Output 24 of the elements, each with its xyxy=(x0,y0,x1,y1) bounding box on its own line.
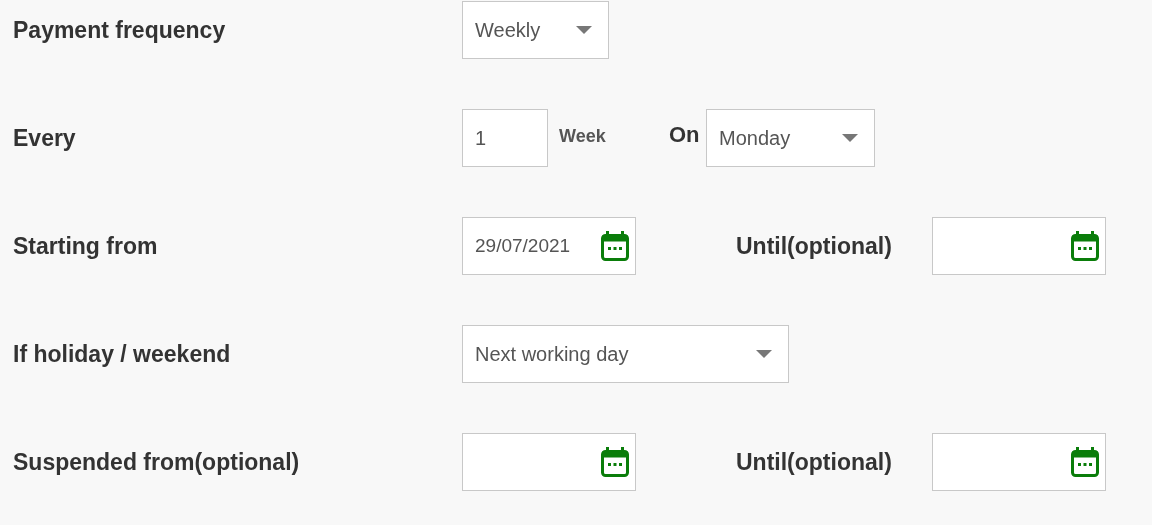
field-label: Starting from xyxy=(13,231,159,261)
date-field[interactable] xyxy=(932,217,1106,275)
dropdown[interactable]: Next working day xyxy=(462,325,789,383)
dropdown[interactable]: Weekly xyxy=(462,1,609,59)
caret-icon xyxy=(756,350,772,358)
field-label: Until(optional) xyxy=(736,231,893,261)
number-field[interactable]: 1 xyxy=(462,109,548,167)
date-field[interactable]: 29/07/2021 xyxy=(462,217,636,275)
calendar-icon xyxy=(1071,231,1099,261)
field-label: Payment frequency xyxy=(13,15,227,45)
field-label: Suspended from(optional) xyxy=(13,447,301,477)
field-label: Every xyxy=(13,123,77,153)
calendar-icon xyxy=(601,231,629,261)
field-label: Until(optional) xyxy=(736,447,893,477)
calendar-icon xyxy=(1071,447,1099,477)
caret-icon xyxy=(576,26,592,34)
calendar-icon xyxy=(601,447,629,477)
dropdown[interactable]: Monday xyxy=(706,109,875,167)
unit-label: Week xyxy=(559,124,607,148)
date-field[interactable] xyxy=(932,433,1106,491)
field-label: If holiday / weekend xyxy=(13,339,232,369)
field-label: On xyxy=(669,120,701,149)
date-field[interactable] xyxy=(462,433,636,491)
caret-icon xyxy=(842,134,858,142)
